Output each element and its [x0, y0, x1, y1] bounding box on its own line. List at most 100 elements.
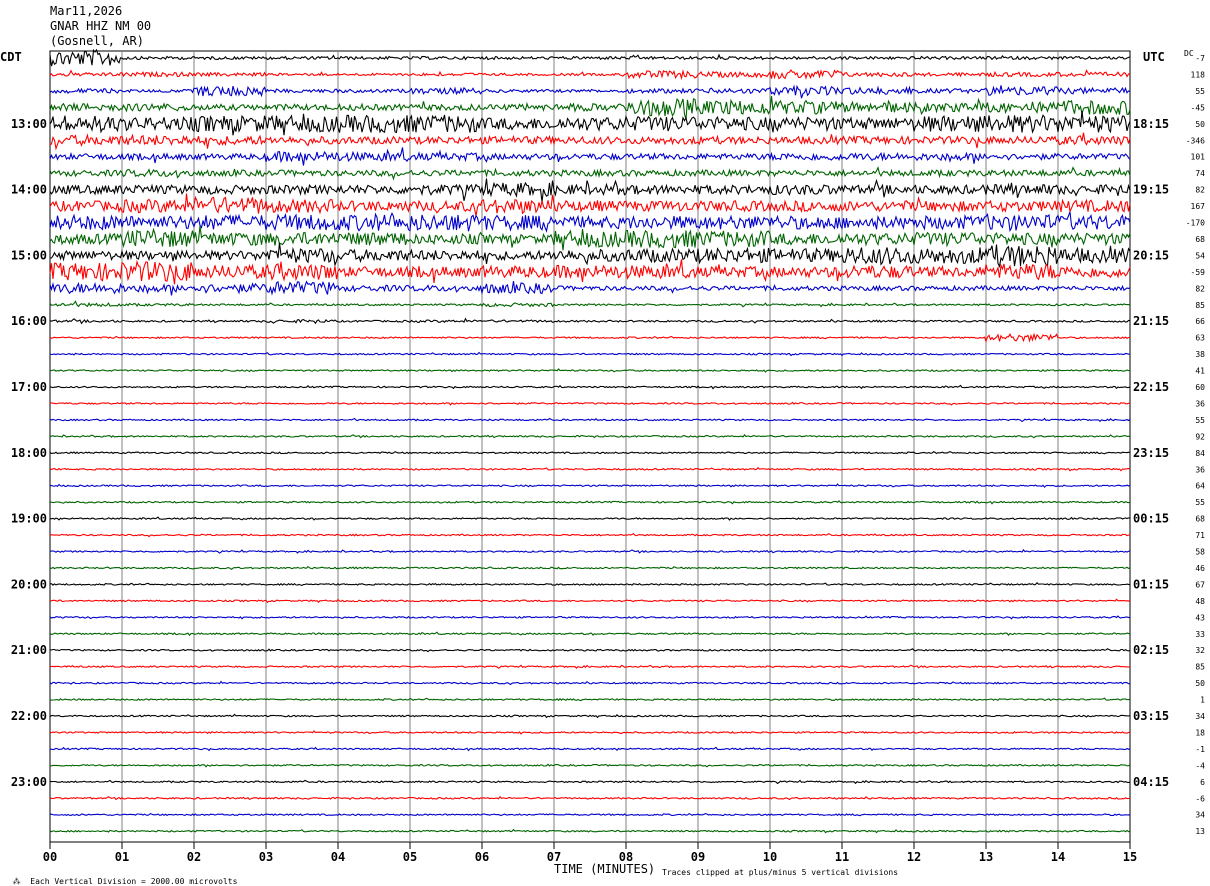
- utc-hour-label: 04:15: [1133, 775, 1169, 789]
- x-tick-label: 05: [403, 850, 417, 864]
- dc-offset-label: 68: [1195, 515, 1205, 524]
- dc-offset-label: 50: [1195, 120, 1205, 129]
- dc-offset-label: 167: [1191, 202, 1206, 211]
- dc-offset-label: 55: [1195, 416, 1205, 425]
- footer-scale-note: Each Vertical Division = 2000.00 microvo…: [30, 877, 238, 886]
- x-tick-label: 11: [835, 850, 849, 864]
- dc-offset-label: 36: [1195, 399, 1205, 408]
- dc-offset-label: 64: [1195, 482, 1205, 491]
- dc-offset-label: -346: [1186, 136, 1205, 145]
- cdt-hour-label: 21:00: [11, 643, 47, 657]
- dc-offset-label: 82: [1195, 284, 1205, 293]
- seismic-trace-4: [49, 96, 1131, 120]
- seismic-trace-32: [49, 565, 1131, 570]
- cdt-hour-label: 20:00: [11, 577, 47, 591]
- cdt-hour-label: 16:00: [11, 314, 47, 328]
- plot-frame: [49, 50, 1131, 843]
- footer-left-note: ⁂ Each Vertical Division = 2000.00 micro…: [3, 868, 238, 886]
- dc-offset-label: -45: [1191, 103, 1206, 112]
- seismic-trace-19: [49, 351, 1131, 357]
- dc-offset-label: 92: [1195, 432, 1205, 441]
- utc-hour-label: 21:15: [1133, 314, 1169, 328]
- cdt-hour-label: 14:00: [11, 183, 47, 197]
- seismic-trace-48: [49, 828, 1131, 834]
- seismic-trace-8: [49, 165, 1131, 181]
- dc-offset-label: 74: [1195, 169, 1205, 178]
- cdt-hour-label: 19:00: [11, 512, 47, 526]
- dc-offset-label: 6: [1200, 778, 1205, 787]
- dc-offset-label: 55: [1195, 87, 1205, 96]
- dc-offset-label: 50: [1195, 679, 1205, 688]
- utc-hour-label: 22:15: [1133, 380, 1169, 394]
- dc-offset-label: 82: [1195, 186, 1205, 195]
- seismic-trace-2: [49, 69, 1131, 81]
- utc-hour-label: 20:15: [1133, 248, 1169, 262]
- dc-offset-label: 84: [1195, 449, 1205, 458]
- seismic-trace-14: [49, 259, 1131, 285]
- dc-offset-label: -59: [1191, 268, 1206, 277]
- seismic-trace-18: [49, 332, 1130, 343]
- dc-offset-label: 18: [1195, 728, 1205, 737]
- dc-offset-label: 63: [1195, 334, 1205, 343]
- dc-offset-label: -1: [1195, 745, 1205, 754]
- dc-offset-label: -4: [1195, 761, 1205, 770]
- dc-offset-label: 34: [1195, 712, 1205, 721]
- dc-offset-label: -7: [1195, 54, 1205, 63]
- seismic-trace-26: [49, 466, 1131, 472]
- footer-clip-note: Traces clipped at plus/minus 5 vertical …: [662, 868, 899, 877]
- seismic-trace-24: [49, 433, 1131, 439]
- seismic-trace-38: [50, 664, 1131, 670]
- dc-offset-label: 36: [1195, 465, 1205, 474]
- seismic-trace-7: [49, 147, 1131, 166]
- cdt-hour-label: 17:00: [11, 380, 47, 394]
- dc-offset-label: 48: [1195, 597, 1205, 606]
- seismic-trace-23: [49, 417, 1131, 423]
- utc-hour-label: 00:15: [1133, 512, 1169, 526]
- seismic-trace-35: [49, 615, 1131, 620]
- seismic-trace-11: [49, 211, 1131, 233]
- x-tick-label: 00: [43, 850, 57, 864]
- seismic-trace-6: [49, 132, 1131, 151]
- x-tick-label: 14: [1051, 850, 1065, 864]
- dc-offset-label: 38: [1195, 350, 1205, 359]
- dc-offset-label: 41: [1195, 367, 1205, 376]
- dc-offset-label: 85: [1195, 301, 1205, 310]
- seismic-trace-21: [49, 384, 1131, 390]
- cdt-hour-label: 18:00: [11, 446, 47, 460]
- dc-offset-label: 67: [1195, 580, 1205, 589]
- seismic-trace-15: [49, 280, 1131, 296]
- seismic-trace-1: [49, 48, 1131, 67]
- x-axis-title: TIME (MINUTES): [554, 862, 656, 876]
- seismic-trace-31: [49, 549, 1131, 554]
- dc-offset-label: 33: [1195, 630, 1205, 639]
- dc-offset-label: 60: [1195, 383, 1205, 392]
- seismic-trace-36: [49, 631, 1131, 637]
- x-tick-label: 01: [115, 850, 129, 864]
- seismic-trace-27: [49, 483, 1131, 488]
- seismic-trace-16: [49, 300, 1131, 308]
- utc-hour-label: 18:15: [1133, 117, 1169, 131]
- footer-mark-icon: ⁂: [12, 877, 21, 886]
- dc-offset-label: 118: [1191, 70, 1206, 79]
- seismic-trace-44: [49, 763, 1131, 768]
- utc-hour-label: 23:15: [1133, 446, 1169, 460]
- seismic-trace-13: [50, 242, 1131, 269]
- utc-hour-label: 19:15: [1133, 183, 1169, 197]
- seismic-trace-29: [49, 516, 1131, 521]
- x-tick-label: 09: [691, 850, 705, 864]
- seismic-trace-47: [49, 812, 1131, 817]
- seismic-trace-3: [49, 84, 1131, 99]
- dc-offset-label: 43: [1195, 613, 1205, 622]
- x-tick-label: 03: [259, 850, 273, 864]
- x-tick-label: 13: [979, 850, 993, 864]
- seismic-trace-40: [49, 697, 1131, 702]
- dc-offset-label: -170: [1186, 219, 1205, 228]
- seismic-trace-22: [49, 401, 1131, 406]
- seismic-trace-17: [49, 317, 1131, 325]
- seismic-trace-34: [49, 598, 1131, 604]
- dc-offset-label: 101: [1191, 153, 1206, 162]
- cdt-hour-label: 15:00: [11, 248, 47, 262]
- utc-hour-label: 01:15: [1133, 577, 1169, 591]
- x-tick-label: 15: [1123, 850, 1137, 864]
- seismic-trace-39: [49, 680, 1131, 686]
